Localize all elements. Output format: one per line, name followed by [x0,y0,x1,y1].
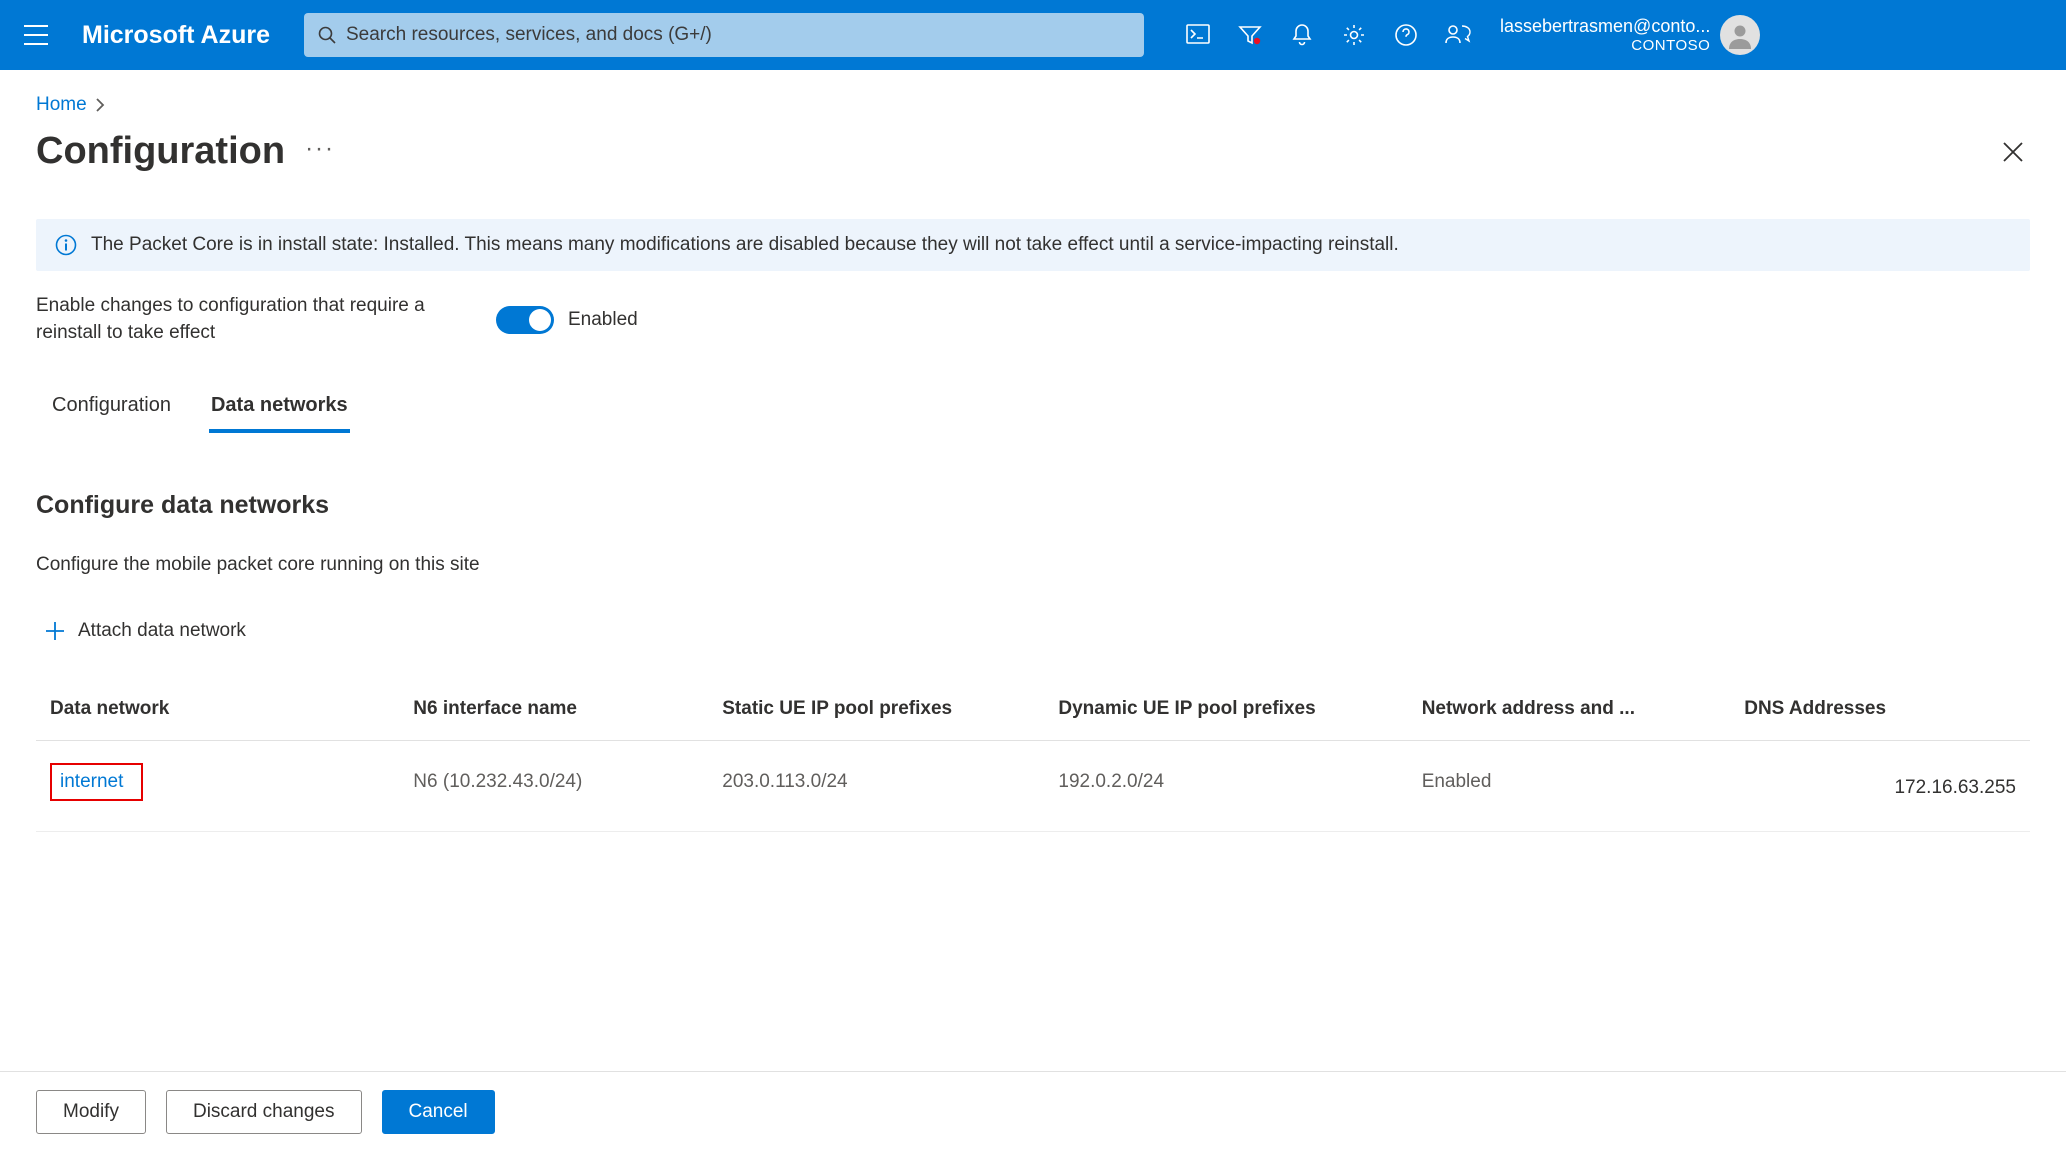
account-control[interactable]: lassebertrasmen@conto... CONTOSO [1500,15,1764,55]
section-description: Configure the mobile packet core running… [36,554,2030,576]
data-network-link[interactable]: internet [50,763,143,801]
enable-changes-toggle[interactable] [496,306,554,334]
plus-icon [44,620,66,642]
modify-button[interactable]: Modify [36,1090,146,1134]
col-dynamic-ue[interactable]: Dynamic UE IP pool prefixes [1058,698,1411,720]
settings-icon[interactable] [1330,11,1378,59]
tabs: Configuration Data networks [36,386,2030,433]
menu-icon[interactable] [12,25,60,45]
enable-changes-state: Enabled [568,309,638,331]
cell-static: 203.0.113.0/24 [722,771,1048,793]
footer-actions: Modify Discard changes Cancel [0,1071,2066,1152]
table-row: internet N6 (10.232.43.0/24) 203.0.113.0… [36,741,2030,832]
col-nat[interactable]: Network address and ... [1422,698,1735,720]
account-email: lassebertrasmen@conto... [1500,16,1710,37]
search-box[interactable] [304,13,1144,57]
top-bar: Microsoft Azure lassebertrasmen@conto... [0,0,2066,70]
brand-label[interactable]: Microsoft Azure [70,21,294,50]
directory-filter-icon[interactable] [1226,11,1274,59]
cloud-shell-icon[interactable] [1174,11,1222,59]
help-icon[interactable] [1382,11,1430,59]
cancel-button[interactable]: Cancel [382,1090,495,1134]
account-tenant: CONTOSO [1631,37,1710,54]
table-header: Data network N6 interface name Static UE… [36,698,2030,741]
discard-button[interactable]: Discard changes [166,1090,362,1134]
topbar-icons [1174,11,1482,59]
notifications-icon[interactable] [1278,11,1326,59]
search-icon [318,26,336,44]
col-static-ue[interactable]: Static UE IP pool prefixes [722,698,1048,720]
data-networks-table: Data network N6 interface name Static UE… [36,698,2030,832]
cell-dynamic: 192.0.2.0/24 [1058,771,1411,793]
cell-n6: N6 (10.232.43.0/24) [413,771,712,793]
cell-dns: 172.16.63.255 [1744,765,2016,799]
more-icon[interactable]: ··· [305,135,335,169]
attach-data-network-button[interactable]: Attach data network [36,614,254,648]
section-title: Configure data networks [36,491,2030,520]
attach-data-network-label: Attach data network [78,620,246,642]
feedback-icon[interactable] [1434,11,1482,59]
info-banner: The Packet Core is in install state: Ins… [36,219,2030,271]
col-data-network[interactable]: Data network [50,698,403,720]
col-n6-name[interactable]: N6 interface name [413,698,712,720]
chevron-right-icon [95,98,105,112]
search-input[interactable] [346,24,1130,46]
breadcrumb-home[interactable]: Home [36,94,87,116]
page-title: Configuration [36,130,285,173]
close-icon[interactable] [1996,135,2030,169]
cell-nat: Enabled [1422,771,1735,793]
tab-data-networks[interactable]: Data networks [209,386,350,433]
enable-changes-label: Enable changes to configuration that req… [36,293,436,346]
tab-configuration[interactable]: Configuration [50,386,173,433]
col-dns[interactable]: DNS Addresses [1744,698,2016,720]
breadcrumb: Home [36,94,2030,116]
info-icon [55,234,77,256]
info-banner-text: The Packet Core is in install state: Ins… [91,234,1399,256]
avatar[interactable] [1720,15,1760,55]
